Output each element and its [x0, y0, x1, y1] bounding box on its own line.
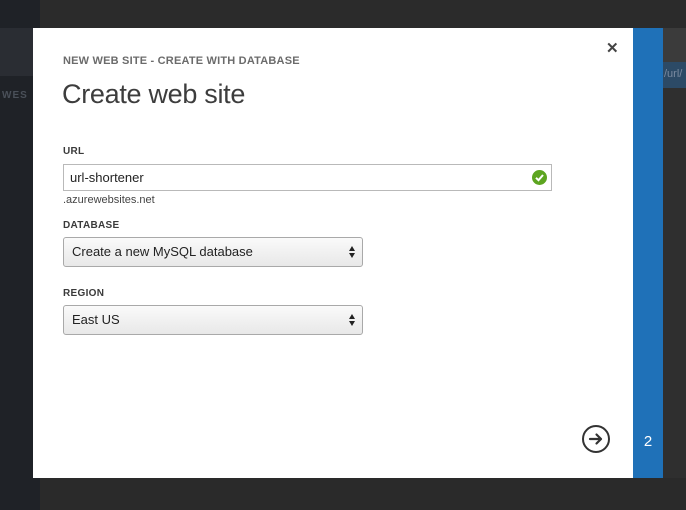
url-input-value: url-shortener: [70, 170, 144, 185]
dialog-subtitle: NEW WEB SITE - CREATE WITH DATABASE: [63, 55, 300, 67]
check-circle-icon: [532, 170, 547, 185]
background-right-label: /url/: [664, 68, 683, 80]
arrow-right-circle-icon: [588, 433, 603, 445]
select-arrows-icon: [349, 245, 356, 259]
next-button[interactable]: [582, 425, 610, 453]
close-icon[interactable]: ✕: [606, 39, 619, 57]
select-arrows-icon: [349, 313, 356, 327]
create-web-site-dialog: NEW WEB SITE - CREATE WITH DATABASE Crea…: [33, 28, 633, 478]
background-top: [40, 0, 686, 28]
background-nav-label: WES: [2, 90, 28, 101]
url-input[interactable]: url-shortener: [63, 164, 552, 191]
url-suffix: .azurewebsites.net: [63, 194, 155, 206]
database-label: DATABASE: [63, 220, 120, 231]
url-label: URL: [63, 146, 85, 157]
region-label: REGION: [63, 288, 105, 299]
database-select-value: Create a new MySQL database: [72, 244, 253, 259]
database-select[interactable]: Create a new MySQL database: [63, 237, 363, 267]
step-indicator-rail: 2: [633, 28, 663, 478]
background-footer: [40, 478, 686, 510]
region-select[interactable]: East US: [63, 305, 363, 335]
step-number: 2: [643, 433, 653, 450]
dialog-title: Create web site: [62, 79, 246, 109]
region-select-value: East US: [72, 312, 120, 327]
